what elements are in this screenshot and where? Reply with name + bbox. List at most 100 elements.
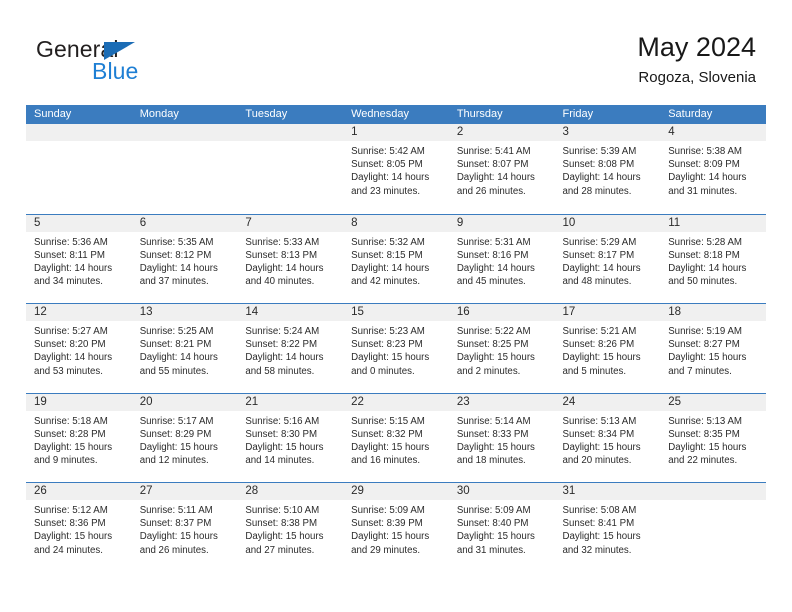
sunset-text: Sunset: 8:41 PM — [562, 518, 635, 530]
sunset-text: Sunset: 8:18 PM — [668, 249, 740, 261]
day-details: Sunrise: 5:32 AM Sunset: 8:15 PM Daylight:… — [343, 232, 449, 289]
day-number: 29 — [343, 483, 449, 500]
day-cell[interactable]: 21 Sunrise: 5:16 AM Sunset: 8:30 PM Dayligh… — [237, 393, 344, 482]
day-details: Sunrise: 5:10 AM Sunset: 8:38 PM Daylight:… — [237, 500, 343, 557]
daylight-text-line1: Daylight: 14 hours — [245, 352, 324, 364]
sunrise-text: Sunrise: 5:39 AM — [562, 146, 637, 157]
day-cell[interactable]: 29 Sunrise: 5:09 AM Sunset: 8:39 PM Dayligh… — [343, 483, 449, 572]
day-cell[interactable]: 12 Sunrise: 5:27 AM Sunset: 8:20 PM Dayligh… — [26, 304, 132, 393]
daylight-text-line2: and 42 minutes. — [351, 276, 421, 288]
sunset-text: Sunset: 8:11 PM — [34, 249, 105, 261]
day-number: 14 — [237, 304, 344, 321]
daylight-text-line1: Daylight: 15 hours — [456, 441, 535, 453]
daylight-text-line1: Daylight: 15 hours — [456, 531, 535, 543]
day-cell[interactable]: 16 Sunrise: 5:22 AM Sunset: 8:25 PM Dayligh… — [448, 304, 555, 393]
day-details: Sunrise: 5:35 AM Sunset: 8:12 PM Daylight:… — [132, 232, 238, 289]
day-number: 18 — [660, 304, 766, 321]
sunrise-text: Sunrise: 5:35 AM — [139, 236, 214, 248]
sunset-text: Sunset: 8:40 PM — [456, 518, 529, 530]
day-details: Sunrise: 5:39 AM Sunset: 8:08 PM Daylight:… — [555, 141, 661, 198]
day-number: 21 — [237, 393, 344, 411]
day-cell[interactable]: 9 Sunrise: 5:31 AM Sunset: 8:16 PM Daylight… — [448, 214, 555, 303]
day-cell[interactable]: 26 Sunrise: 5:12 AM Sunset: 8:36 PM Dayligh… — [26, 483, 132, 572]
daylight-text-line2: and 5 minutes. — [562, 365, 627, 377]
day-cell[interactable]: 17 Sunrise: 5:21 AM Sunset: 8:26 PM Dayligh… — [554, 304, 661, 393]
day-cell[interactable]: 27 Sunrise: 5:11 AM Sunset: 8:37 PM Dayligh… — [131, 483, 238, 572]
day-number: 11 — [660, 214, 766, 232]
day-cell[interactable]: 5 Sunrise: 5:36 AM Sunset: 8:11 PM Daylight… — [26, 214, 132, 303]
day-cell[interactable]: 8 Sunrise: 5:32 AM Sunset: 8:15 PM Daylight… — [343, 214, 449, 303]
day-cell-empty — [131, 124, 238, 214]
day-number: 6 — [131, 214, 238, 232]
sunrise-text: Sunrise: 5:15 AM — [351, 415, 425, 427]
day-cell[interactable]: 15 Sunrise: 5:23 AM Sunset: 8:23 PM Dayligh… — [343, 304, 449, 393]
day-cell[interactable]: 18 Sunrise: 5:19 AM Sunset: 8:27 PM Dayligh… — [660, 304, 766, 393]
sunset-text: Sunset: 8:21 PM — [139, 339, 212, 351]
day-details: Sunrise: 5:29 AM Sunset: 8:17 PM Daylight:… — [555, 232, 661, 289]
sunset-text: Sunset: 8:07 PM — [456, 159, 529, 171]
sunrise-text: Sunrise: 5:09 AM — [456, 505, 531, 516]
weekday-header-saturday: Saturday — [668, 108, 713, 120]
day-cell[interactable]: 4 Sunrise: 5:38 AM Sunset: 8:09 PM Daylight… — [660, 124, 766, 214]
day-details: Sunrise: 5:14 AM Sunset: 8:33 PM Daylight:… — [449, 411, 555, 468]
page-header: General Blue May 2024 Rogoza, Slovenia — [0, 0, 792, 100]
day-number — [660, 483, 766, 500]
day-cell[interactable]: 11 Sunrise: 5:28 AM Sunset: 8:18 PM Dayligh… — [660, 214, 766, 303]
general-blue-logo[interactable]: General Blue — [36, 36, 236, 88]
day-cell[interactable]: 19 Sunrise: 5:18 AM Sunset: 8:28 PM Dayligh… — [26, 393, 132, 482]
daylight-text-line1: Daylight: 14 hours — [456, 172, 535, 184]
sunset-text: Sunset: 8:39 PM — [351, 518, 423, 530]
day-cell[interactable]: 14 Sunrise: 5:24 AM Sunset: 8:22 PM Dayligh… — [237, 304, 344, 393]
sunrise-text: Sunrise: 5:33 AM — [245, 236, 320, 248]
day-number: 27 — [131, 483, 238, 500]
day-cell[interactable]: 30 Sunrise: 5:09 AM Sunset: 8:40 PM Dayligh… — [448, 483, 555, 572]
day-cell[interactable]: 13 Sunrise: 5:25 AM Sunset: 8:21 PM Dayligh… — [131, 304, 238, 393]
day-details: Sunrise: 5:31 AM Sunset: 8:16 PM Daylight:… — [449, 232, 555, 289]
sunset-text: Sunset: 8:08 PM — [562, 159, 635, 171]
sunset-text: Sunset: 8:27 PM — [668, 339, 740, 351]
sunset-text: Sunset: 8:09 PM — [668, 159, 740, 171]
sunset-text: Sunset: 8:16 PM — [456, 249, 529, 261]
day-cell-empty — [660, 483, 766, 572]
daylight-text-line1: Daylight: 14 hours — [668, 172, 747, 184]
daylight-text-line2: and 27 minutes. — [245, 544, 315, 556]
day-cell[interactable]: 28 Sunrise: 5:10 AM Sunset: 8:38 PM Dayligh… — [237, 483, 344, 572]
day-number: 9 — [448, 214, 555, 232]
day-cell[interactable]: 22 Sunrise: 5:15 AM Sunset: 8:32 PM Dayligh… — [343, 393, 449, 482]
day-cell[interactable]: 7 Sunrise: 5:33 AM Sunset: 8:13 PM Daylight… — [237, 214, 344, 303]
day-cell[interactable]: 31 Sunrise: 5:08 AM Sunset: 8:41 PM Dayligh… — [554, 483, 661, 572]
day-cell[interactable]: 3 Sunrise: 5:39 AM Sunset: 8:08 PM Daylight… — [554, 124, 661, 214]
day-details: Sunrise: 5:09 AM Sunset: 8:39 PM Daylight:… — [343, 500, 449, 557]
sunset-text: Sunset: 8:38 PM — [245, 518, 318, 530]
day-details: Sunrise: 5:15 AM Sunset: 8:32 PM Daylight:… — [343, 411, 449, 468]
day-cell[interactable]: 10 Sunrise: 5:29 AM Sunset: 8:17 PM Dayligh… — [554, 214, 661, 303]
day-cell[interactable]: 6 Sunrise: 5:35 AM Sunset: 8:12 PM Daylight… — [131, 214, 238, 303]
day-cell[interactable]: 23 Sunrise: 5:14 AM Sunset: 8:33 PM Dayligh… — [448, 393, 555, 482]
daylight-text-line1: Daylight: 14 hours — [351, 172, 430, 184]
weekday-header-tuesday: Tuesday — [245, 108, 288, 120]
day-cell[interactable]: 25 Sunrise: 5:13 AM Sunset: 8:35 PM Dayligh… — [660, 393, 766, 482]
daylight-text-line1: Daylight: 15 hours — [668, 441, 747, 453]
day-number: 17 — [554, 304, 661, 321]
day-cell[interactable]: 1 Sunrise: 5:42 AM Sunset: 8:05 PM Daylight… — [343, 124, 449, 214]
day-number: 10 — [554, 214, 661, 232]
daylight-text-line1: Daylight: 15 hours — [139, 441, 218, 453]
day-details: Sunrise: 5:42 AM Sunset: 8:05 PM Daylight:… — [343, 141, 449, 198]
day-cell[interactable]: 20 Sunrise: 5:17 AM Sunset: 8:29 PM Dayligh… — [131, 393, 238, 482]
day-cell[interactable]: 2 Sunrise: 5:41 AM Sunset: 8:07 PM Daylight… — [448, 124, 555, 214]
daylight-text-line1: Daylight: 14 hours — [562, 262, 641, 274]
daylight-text-line1: Daylight: 15 hours — [562, 441, 641, 453]
calendar-week-row: 5 Sunrise: 5:36 AM Sunset: 8:11 PM Daylight… — [26, 213, 766, 303]
day-cell[interactable]: 24 Sunrise: 5:13 AM Sunset: 8:34 PM Dayligh… — [554, 393, 661, 482]
sunset-text: Sunset: 8:12 PM — [139, 249, 212, 261]
logo-text-blue: Blue — [92, 58, 139, 84]
sunrise-text: Sunrise: 5:22 AM — [456, 326, 531, 337]
day-details: Sunrise: 5:24 AM Sunset: 8:22 PM Daylight:… — [237, 321, 343, 378]
day-number: 5 — [26, 214, 132, 232]
day-details: Sunrise: 5:23 AM Sunset: 8:23 PM Daylight:… — [343, 321, 449, 378]
sunrise-text: Sunrise: 5:08 AM — [562, 505, 637, 516]
sunrise-text: Sunrise: 5:13 AM — [562, 415, 637, 427]
daylight-text-line2: and 31 minutes. — [668, 185, 738, 197]
sunrise-text: Sunrise: 5:36 AM — [34, 236, 108, 248]
day-number — [237, 124, 344, 141]
